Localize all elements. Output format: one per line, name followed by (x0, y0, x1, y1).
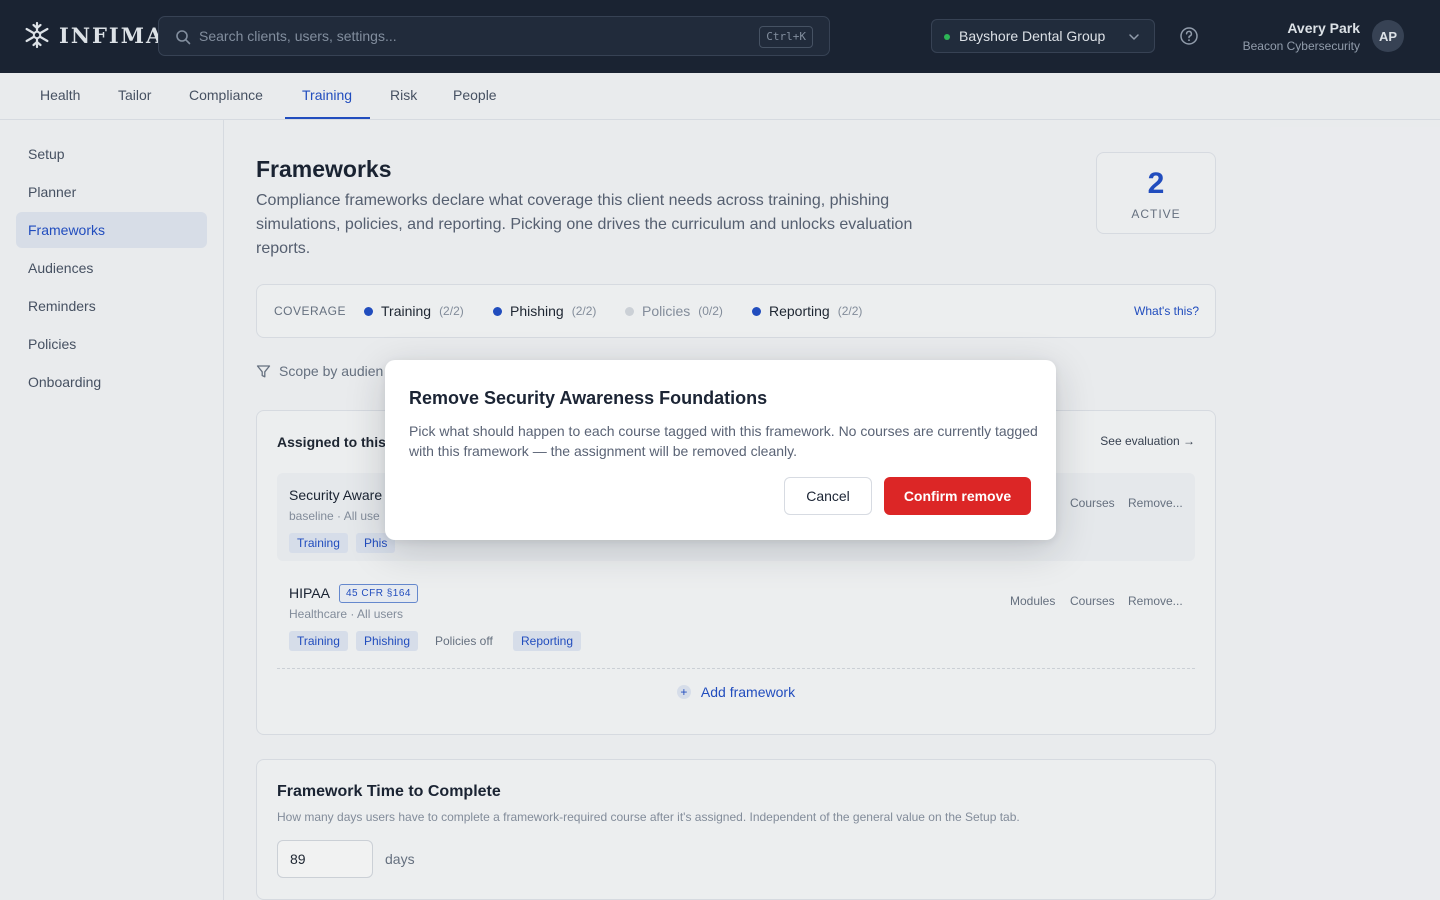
remove-framework-dialog: Remove Security Awareness Foundations Pi… (385, 360, 1056, 540)
dialog-title: Remove Security Awareness Foundations (409, 388, 768, 408)
confirm-remove-button[interactable]: Confirm remove (884, 477, 1031, 515)
dialog-body: Pick what should happen to each course t… (409, 423, 1038, 459)
cancel-button[interactable]: Cancel (784, 477, 872, 515)
